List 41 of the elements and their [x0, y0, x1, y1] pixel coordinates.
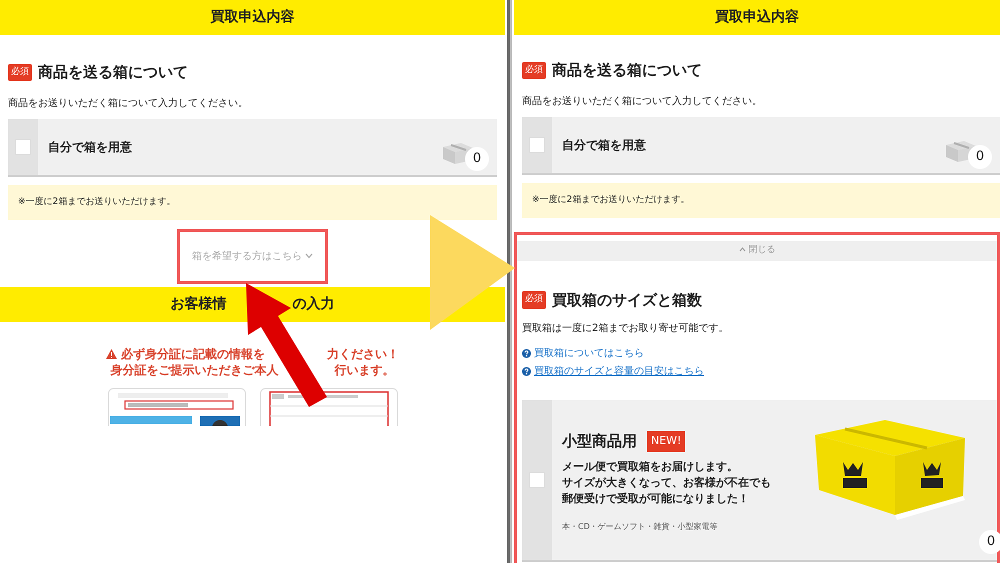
- checkbox[interactable]: [529, 472, 545, 488]
- description-text: 商品をお送りいただく箱について入力してください。: [8, 96, 249, 110]
- quantity-count: 0: [968, 144, 992, 168]
- section-header: お客様情: [170, 294, 226, 314]
- help-icon: [522, 366, 531, 376]
- quantity-count: 0: [979, 530, 1000, 554]
- option-label: 自分で箱を用意: [48, 138, 132, 156]
- note-text: ※一度に2箱までお送りいただけます。: [522, 182, 1000, 218]
- product-title: 小型商品用: [562, 431, 637, 452]
- section-header: の入力: [292, 295, 334, 314]
- help-icon: [522, 348, 531, 358]
- checkbox[interactable]: [529, 136, 545, 152]
- quantity-count: 0: [465, 146, 489, 170]
- product-description: 郵便受けで受取が可能になりました！: [562, 490, 750, 506]
- required-badge: 必須: [8, 64, 32, 81]
- description-text: 商品をお送りいただく箱について入力してください。: [522, 94, 763, 108]
- checkbox[interactable]: [15, 138, 31, 154]
- chevron-up-icon: [738, 247, 746, 252]
- required-badge: 必須: [522, 291, 546, 308]
- section-header: 買取申込内容: [514, 0, 1000, 35]
- warning-text: 力ください！: [327, 346, 399, 362]
- help-link[interactable]: 買取箱のサイズと容量の目安はこちら: [534, 364, 704, 378]
- product-description: サイズが大きくなって、お客様が不在でも: [562, 474, 771, 490]
- section-title: 買取箱のサイズと箱数: [552, 290, 702, 310]
- warning-text: 身分証をご提示いただきご本人: [110, 362, 278, 378]
- required-badge: 必須: [522, 62, 546, 79]
- warning-text: 必ず身分証に記載の情報を: [121, 346, 265, 362]
- section-header: 買取申込内容: [0, 0, 505, 35]
- option-label: 自分で箱を用意: [562, 136, 646, 154]
- new-badge: NEW!: [647, 431, 686, 452]
- note-text: ※一度に2箱までお送りいただけます。: [8, 184, 497, 220]
- collapse-button[interactable]: 閉じる: [517, 241, 997, 260]
- chevron-down-icon: [305, 253, 314, 260]
- category-text: 本・CD・ゲームソフト・雑貨・小型家電等: [562, 520, 719, 532]
- section-title: 商品を送る箱について: [38, 62, 188, 83]
- warning-icon: [106, 349, 117, 359]
- warning-text: 行います。: [334, 362, 394, 378]
- section-title: 商品を送る箱について: [552, 60, 702, 81]
- product-description: メール便で買取箱をお届けします。: [562, 458, 739, 474]
- help-link[interactable]: 買取箱についてはこちら: [534, 346, 644, 360]
- description-text: 買取箱は一度に2箱までお取り寄せ可能です。: [522, 322, 730, 336]
